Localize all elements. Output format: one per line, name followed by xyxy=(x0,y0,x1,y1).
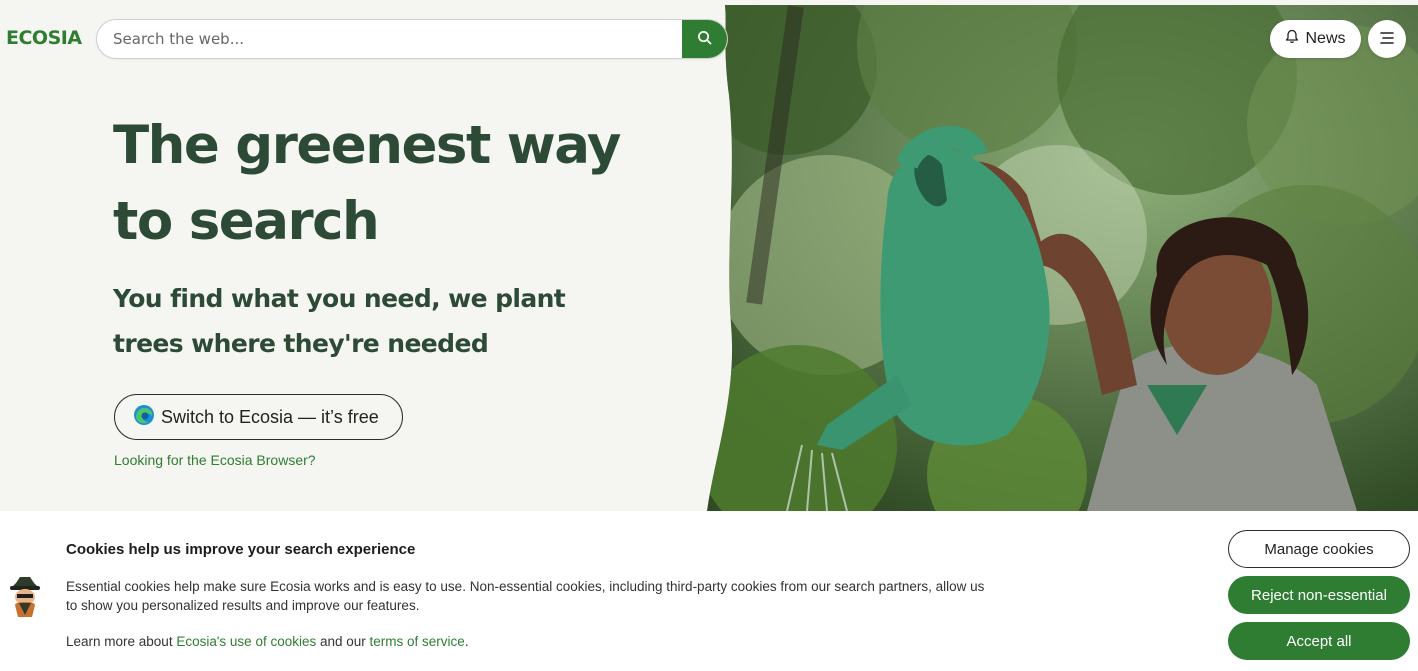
cookie-title: Cookies help us improve your search expe… xyxy=(66,541,416,558)
reject-non-essential-button[interactable]: Reject non-essential xyxy=(1228,576,1410,614)
menu-button[interactable] xyxy=(1368,20,1406,58)
cookie-learn-more: Learn more about Ecosia's use of cookies… xyxy=(66,634,469,649)
search-input[interactable] xyxy=(97,20,683,58)
cookie-description: Essential cookies help make sure Ecosia … xyxy=(66,579,985,613)
cookie-mascot-icon xyxy=(8,575,42,625)
cookie-banner: Cookies help us improve your search expe… xyxy=(0,511,1418,671)
hero-photo xyxy=(707,5,1418,511)
ecosia-browser-link[interactable]: Looking for the Ecosia Browser? xyxy=(114,452,316,468)
hamburger-menu-icon xyxy=(1379,30,1395,49)
search-icon xyxy=(697,30,712,49)
manage-cookies-button[interactable]: Manage cookies xyxy=(1228,530,1410,568)
terms-of-service-link[interactable]: terms of service xyxy=(370,634,465,649)
edge-browser-icon xyxy=(133,404,155,431)
headline-line-1: The greenest way xyxy=(113,115,621,176)
subline-line-1: You find what you need, we plant xyxy=(113,284,566,313)
subline-line-2: trees where they're needed xyxy=(113,329,489,358)
hero-headline: The greenest way to search xyxy=(113,108,673,260)
accept-all-button[interactable]: Accept all xyxy=(1228,622,1410,660)
ecosia-logo[interactable]: ECOSIA xyxy=(6,27,82,49)
search-bar xyxy=(96,19,728,59)
headline-line-2: to search xyxy=(113,191,380,252)
news-button[interactable]: News xyxy=(1270,20,1361,58)
learn-more-suffix: . xyxy=(464,634,469,649)
search-button[interactable] xyxy=(682,20,727,58)
cookie-policy-link[interactable]: Ecosia's use of cookies xyxy=(176,634,316,649)
news-label: News xyxy=(1305,30,1346,47)
bell-icon xyxy=(1285,29,1299,49)
switch-button-label: Switch to Ecosia — it’s free xyxy=(161,406,379,427)
learn-more-middle: and our xyxy=(316,634,370,649)
learn-more-prefix: Learn more about xyxy=(66,634,177,649)
switch-to-ecosia-button[interactable]: Switch to Ecosia — it’s free xyxy=(114,394,403,440)
hero-subheadline: You find what you need, we plant trees w… xyxy=(113,276,633,366)
